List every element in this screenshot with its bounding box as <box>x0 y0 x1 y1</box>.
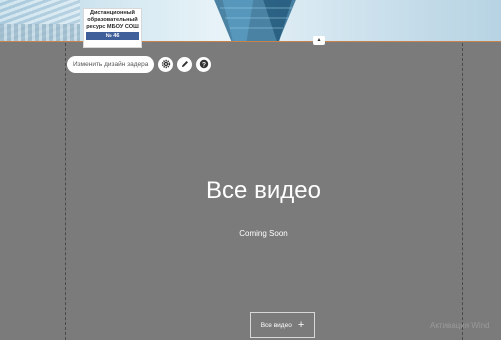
help-button[interactable]: ? <box>196 56 212 72</box>
gear-icon <box>161 59 171 69</box>
all-videos-button-label: Все видео <box>260 321 292 329</box>
header-image-left <box>0 0 80 42</box>
plus-icon: + <box>297 318 305 331</box>
collapse-header-button[interactable]: ▴ <box>313 36 325 45</box>
settings-button[interactable] <box>158 56 174 72</box>
windows-activation-watermark: Активация Wind <box>430 321 490 330</box>
logo-number: № 46 <box>86 32 139 40</box>
header-banner <box>0 0 501 42</box>
page-subtitle: Coming Soon <box>239 229 288 238</box>
layout-guide-right <box>462 43 463 340</box>
page: Дистанционный образовательный ресурс МБО… <box>0 0 501 340</box>
logo-text-line: ресурс МБОУ СОШ <box>86 24 139 30</box>
edit-button[interactable] <box>177 56 193 72</box>
header-divider <box>0 41 501 42</box>
logo-text-line: Дистанционный <box>89 10 136 16</box>
header-building-image <box>214 0 296 42</box>
svg-text:?: ? <box>202 61 206 68</box>
header-edit-toolbar: Изменить дизайн задера ? <box>67 55 212 73</box>
logo-text-line: образовательный <box>87 17 138 23</box>
site-logo[interactable]: Дистанционный образовательный ресурс МБО… <box>83 8 142 48</box>
change-header-design-button[interactable]: Изменить дизайн задера <box>67 55 155 73</box>
all-videos-button[interactable]: Все видео + <box>250 312 315 338</box>
page-title: Все видео <box>206 177 321 204</box>
help-icon: ? <box>199 59 209 68</box>
pencil-icon <box>181 61 188 67</box>
